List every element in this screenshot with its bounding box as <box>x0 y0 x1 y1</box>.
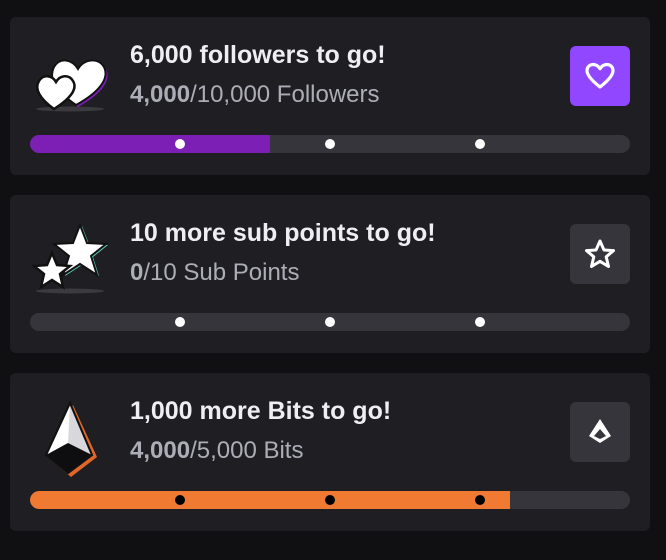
follow-button[interactable] <box>570 46 630 106</box>
goal-target-text: /10,000 Followers <box>190 81 380 108</box>
milestone-marker <box>325 139 335 149</box>
goal-current-value: 4,000 <box>130 437 191 464</box>
goals-panel: 6,000 followers to go! 4,000/10,000 Foll… <box>0 0 666 560</box>
goal-progress-text: 4,000/5,000 Bits <box>130 437 303 465</box>
goal-target-text: /10 Sub Points <box>143 259 300 286</box>
goal-current-value: 4,000 <box>130 81 191 108</box>
goal-target-text: /5,000 Bits <box>190 437 304 464</box>
milestone-marker <box>475 495 485 505</box>
goal-progress-bar <box>30 135 630 153</box>
cheer-bits-button[interactable] <box>570 402 630 462</box>
subs-goal-card: 10 more sub points to go! 0/10 Sub Point… <box>10 195 650 353</box>
goal-title: 10 more sub points to go! <box>130 219 436 247</box>
goal-title: 1,000 more Bits to go! <box>130 397 392 425</box>
star-outline-icon <box>585 239 615 268</box>
goal-progress-text: 4,000/10,000 Followers <box>130 81 380 109</box>
hearts-icon <box>30 39 110 125</box>
bits-goal-card: 1,000 more Bits to go! 4,000/5,000 Bits <box>10 373 650 531</box>
progress-fill <box>30 135 270 153</box>
milestone-marker <box>475 139 485 149</box>
goal-progress-text: 0/10 Sub Points <box>130 259 299 287</box>
goal-title: 6,000 followers to go! <box>130 41 386 69</box>
bits-icon <box>589 419 611 443</box>
progress-fill <box>30 491 510 509</box>
goal-progress-bar <box>30 491 630 509</box>
milestone-marker <box>475 317 485 327</box>
subscribe-button[interactable] <box>570 224 630 284</box>
milestone-marker <box>175 317 185 327</box>
milestone-marker <box>325 495 335 505</box>
bits-gem-icon <box>30 395 110 481</box>
milestone-marker <box>325 317 335 327</box>
goal-progress-bar <box>30 313 630 331</box>
followers-goal-card: 6,000 followers to go! 4,000/10,000 Foll… <box>10 17 650 175</box>
stars-icon <box>30 217 110 303</box>
goal-current-value: 0 <box>130 259 144 286</box>
milestone-marker <box>175 495 185 505</box>
milestone-marker <box>175 139 185 149</box>
heart-outline-icon <box>585 62 615 89</box>
